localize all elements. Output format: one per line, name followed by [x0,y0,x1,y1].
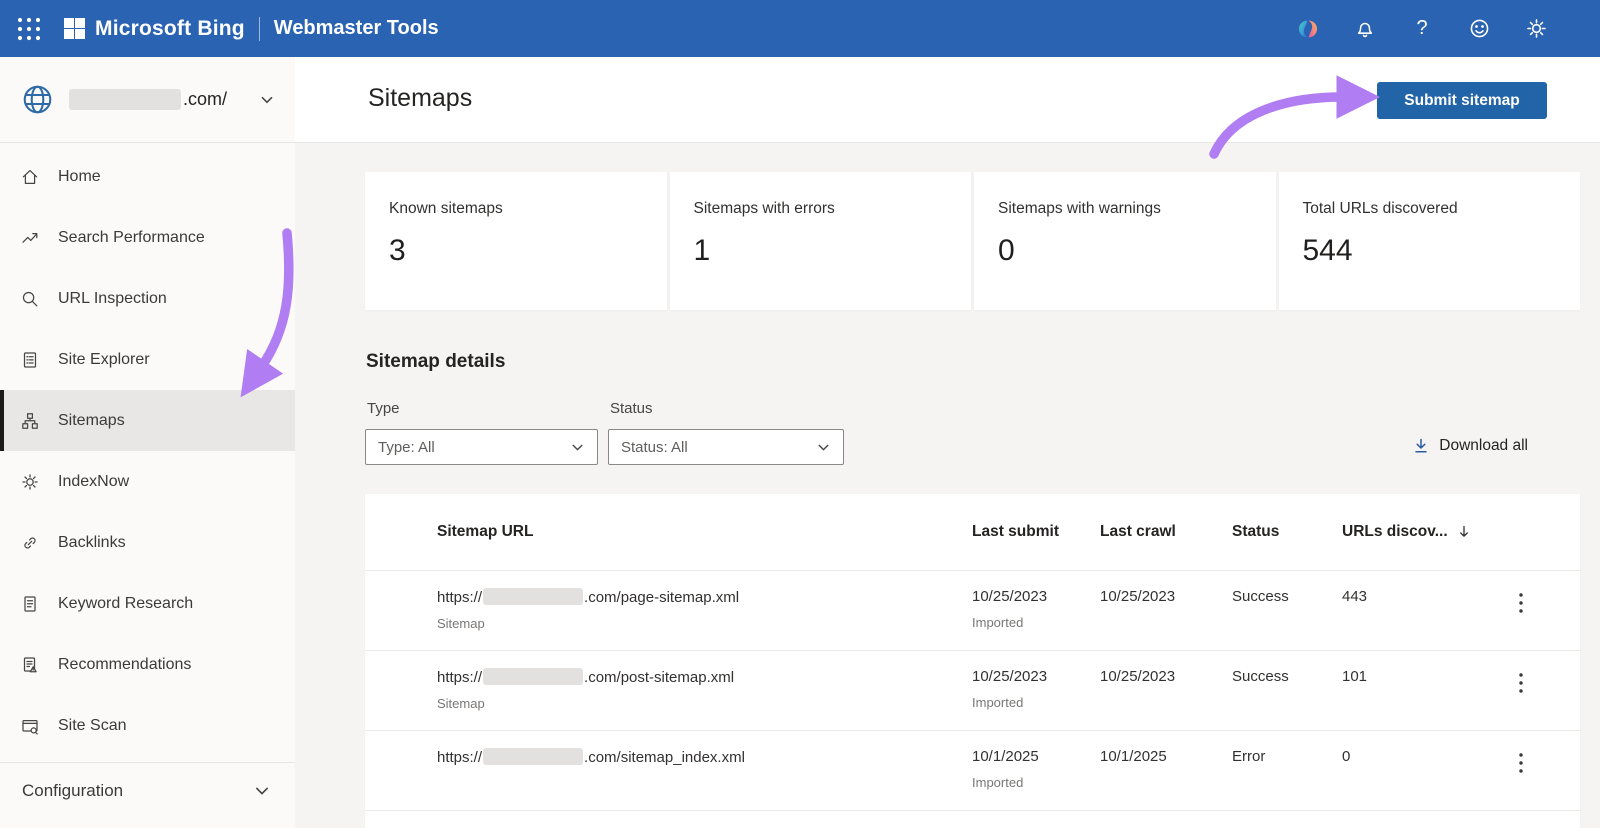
recommendations-icon [23,656,37,672]
help-icon[interactable]: ? [1410,17,1434,41]
search-icon [22,291,38,306]
apps-waffle-icon[interactable] [16,16,42,42]
table-partial-row [365,810,1580,828]
stats-cards: Known sitemaps 3 Sitemaps with errors 1 … [365,172,1580,310]
row-menu-kebab-icon[interactable] [1482,651,1580,730]
col-status[interactable]: Status [1232,523,1342,541]
sitemap-url: https://.com/page-sitemap.xml [437,588,740,606]
sidebar-item-indexnow[interactable]: IndexNow [0,451,295,512]
table-header-row: Sitemap URL Last submit Last crawl Statu… [365,494,1580,570]
row-menu-kebab-icon[interactable] [1482,731,1580,810]
globe-icon [23,85,52,114]
site-explorer-icon [23,351,37,368]
feedback-smiley-icon[interactable] [1467,17,1491,41]
sidebar-nav: Home Search Performance URL Inspection S… [0,146,295,756]
submit-note: Imported [972,775,1024,790]
sidebar-item-configuration[interactable]: Configuration [0,763,295,819]
table-row[interactable]: https://.com/post-sitemap.xml Sitemap 10… [365,650,1580,730]
chevron-down-icon [818,444,829,451]
submit-note: Imported [972,695,1024,710]
stat-sitemaps-with-errors: Sitemaps with errors 1 [669,172,971,310]
backlinks-icon [24,536,36,549]
sidebar-item-home[interactable]: Home [0,146,295,207]
table-row[interactable]: https://.com/sitemap_index.xml 10/1/2025… [365,730,1580,810]
keyword-research-icon [24,595,36,612]
urls-discovered-count: 101 [1342,668,1368,685]
sidebar-item-search-performance[interactable]: Search Performance [0,207,295,268]
sidebar-item-backlinks[interactable]: Backlinks [0,512,295,573]
site-selector[interactable]: .com/ [0,57,295,143]
product-title: Webmaster Tools [273,17,439,39]
sitemap-type: Sitemap [437,616,485,631]
status-badge: Success [1232,588,1289,605]
type-filter-label: Type [367,400,400,417]
topbar-divider [258,16,260,41]
site-scan-icon [22,719,38,735]
trending-up-icon [22,232,38,243]
sidebar-item-sitemaps[interactable]: Sitemaps [0,390,295,451]
col-sitemap-url[interactable]: Sitemap URL [437,523,972,541]
redacted-domain [483,588,584,605]
download-icon [1415,438,1427,453]
last-crawl-date: 10/25/2023 [1100,588,1176,605]
urls-discovered-count: 0 [1342,748,1351,765]
status-filter-select[interactable]: Status: All [608,429,844,465]
status-badge: Error [1232,748,1266,765]
submit-sitemap-button[interactable]: Submit sitemap [1377,82,1547,119]
page-title: Sitemaps [368,84,473,112]
microsoft-logo-icon [64,18,85,39]
sidebar-item-recommendations[interactable]: Recommendations [0,634,295,695]
site-name: .com/ [69,89,227,110]
sidebar-item-site-explorer[interactable]: Site Explorer [0,329,295,390]
last-submit-date: 10/25/2023 [972,588,1048,605]
chevron-down-icon [572,444,583,451]
status-filter-label: Status [610,400,653,417]
submit-note: Imported [972,615,1024,630]
last-crawl-date: 10/1/2025 [1100,748,1167,765]
sidebar-item-keyword-research[interactable]: Keyword Research [0,573,295,634]
sitemap-type: Sitemap [437,696,485,711]
sitemap-url: https://.com/sitemap_index.xml [437,748,745,766]
top-app-bar: Microsoft Bing Webmaster Tools ? [0,0,1600,57]
last-submit-date: 10/1/2025 [972,748,1039,765]
brand-title[interactable]: Microsoft Bing [95,17,245,41]
sidebar: .com/ Home Search Performance URL Inspec… [0,57,295,828]
col-urls-discovered[interactable]: URLs discov... [1342,523,1482,541]
download-all-button[interactable]: Download all [1412,437,1528,455]
sitemap-url: https://.com/post-sitemap.xml [437,668,735,686]
redacted-domain [483,668,584,685]
status-badge: Success [1232,668,1289,685]
row-menu-kebab-icon[interactable] [1482,571,1580,650]
page-header: Sitemaps Submit sitemap [295,57,1600,143]
copilot-icon[interactable] [1296,17,1320,41]
sidebar-bottom-divider: Configuration [0,762,295,819]
urls-discovered-count: 443 [1342,588,1368,605]
redacted-domain [483,748,584,765]
sitemap-details-heading: Sitemap details [366,351,506,372]
stat-sitemaps-with-warnings: Sitemaps with warnings 0 [974,172,1276,310]
settings-gear-icon[interactable] [1524,17,1548,41]
notifications-bell-icon[interactable] [1353,17,1377,41]
last-crawl-date: 10/25/2023 [1100,668,1176,685]
indexnow-gear-icon [22,473,38,490]
chevron-down-icon [256,787,268,795]
last-submit-date: 10/25/2023 [972,668,1048,685]
sidebar-item-url-inspection[interactable]: URL Inspection [0,268,295,329]
col-last-submit[interactable]: Last submit [972,523,1100,541]
sitemaps-table: Sitemap URL Last submit Last crawl Statu… [365,494,1580,828]
chevron-down-icon [261,96,273,103]
sidebar-item-site-scan[interactable]: Site Scan [0,695,295,756]
stat-total-urls-discovered: Total URLs discovered 544 [1278,172,1580,310]
col-last-crawl[interactable]: Last crawl [1100,523,1232,541]
sitemap-icon [22,412,38,429]
table-row[interactable]: https://.com/page-sitemap.xml Sitemap 10… [365,570,1580,650]
stat-known-sitemaps: Known sitemaps 3 [365,172,667,310]
redacted-site-name [69,89,181,110]
type-filter-select[interactable]: Type: All [365,429,598,465]
sort-descending-icon [1459,525,1468,537]
home-icon [22,169,38,184]
